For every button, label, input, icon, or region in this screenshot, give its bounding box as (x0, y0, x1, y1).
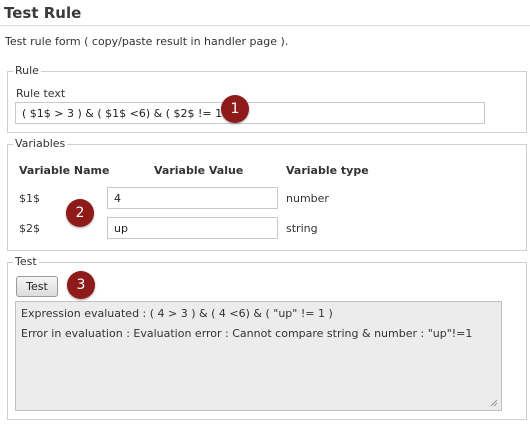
page-description: Test rule form ( copy/paste result in ha… (5, 35, 289, 48)
variable-type-2: string (286, 222, 318, 235)
test-legend: Test (13, 255, 39, 268)
result-line-2: Error in evaluation : Evaluation error :… (21, 327, 473, 340)
rule-legend: Rule (13, 64, 41, 77)
header-variable-name: Variable Name (19, 164, 110, 177)
callout-badge-1: 1 (221, 95, 249, 123)
variable-value-input-2[interactable] (107, 217, 278, 239)
variable-name-1: $1$ (19, 192, 40, 205)
test-result-area: Expression evaluated : ( 4 > 3 ) & ( 4 <… (15, 301, 502, 411)
variable-type-1: number (286, 192, 329, 205)
rule-text-input[interactable] (15, 102, 485, 124)
rule-text-label: Rule text (16, 87, 66, 100)
header-variable-value: Variable Value (154, 164, 244, 177)
variable-value-input-1[interactable] (107, 187, 278, 209)
resize-grip-icon[interactable] (490, 399, 498, 407)
result-line-1: Expression evaluated : ( 4 > 3 ) & ( 4 <… (21, 307, 333, 320)
variables-legend: Variables (13, 137, 68, 150)
header-variable-type: Variable type (286, 164, 369, 177)
test-button[interactable]: Test (16, 276, 58, 297)
variable-name-2: $2$ (19, 222, 40, 235)
callout-badge-3: 3 (67, 271, 95, 299)
callout-badge-2: 2 (66, 199, 94, 227)
title-divider (0, 25, 530, 26)
page-title: Test Rule (4, 4, 82, 22)
